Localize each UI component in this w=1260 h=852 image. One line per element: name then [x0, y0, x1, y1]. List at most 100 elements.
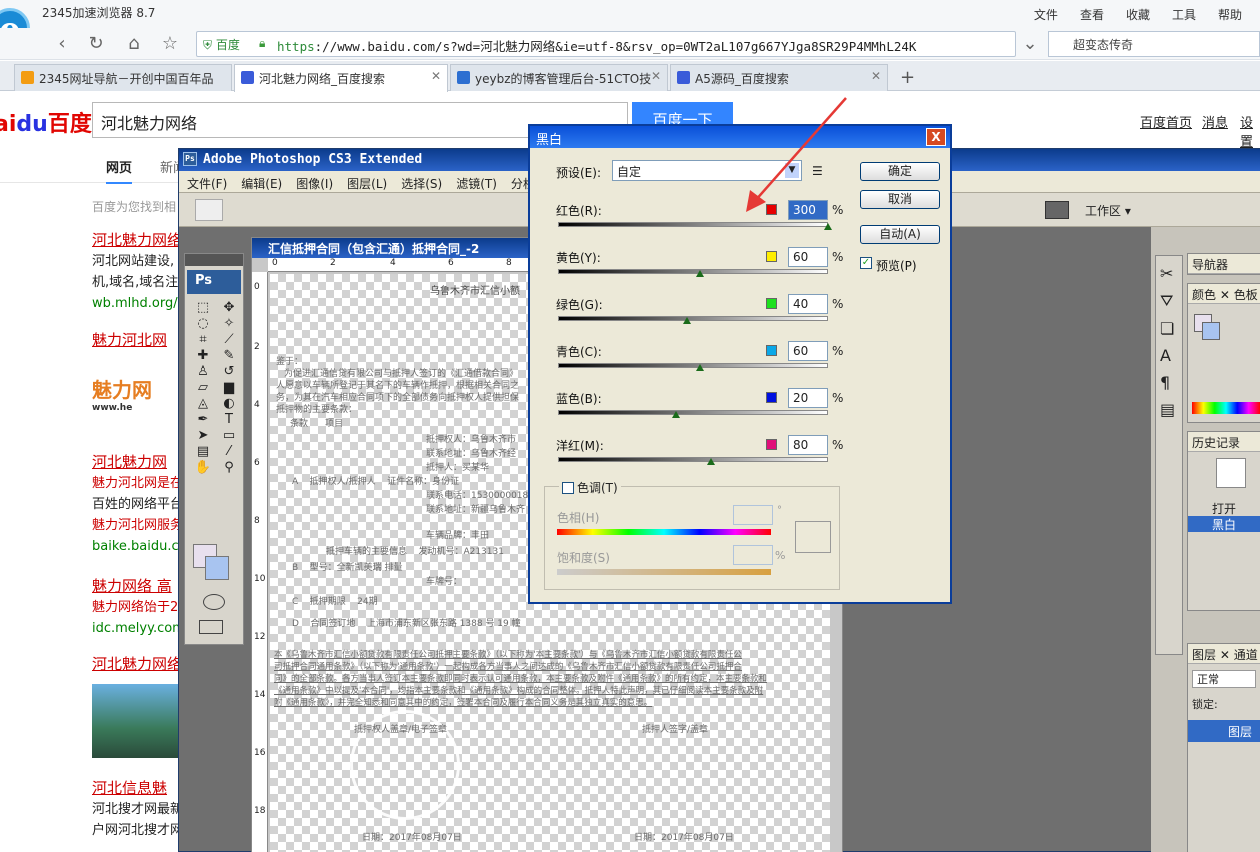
- ps-menu-select[interactable]: 选择(S): [401, 175, 442, 192]
- tab-2345[interactable]: 2345网址导航－开创中国百年品: [14, 64, 232, 91]
- shape-tool-icon[interactable]: ▭: [217, 428, 241, 443]
- auto-button[interactable]: 自动(A): [860, 225, 940, 244]
- baidu-logo[interactable]: aidu百度: [0, 106, 92, 138]
- slice-tool-icon[interactable]: ⟋: [217, 332, 241, 347]
- tool-presets-icon[interactable]: ✂: [1160, 264, 1178, 283]
- result-title-link[interactable]: 河北魅力网络: [92, 654, 182, 675]
- color-spectrum-bar[interactable]: [1192, 402, 1260, 414]
- hue-value-field[interactable]: [733, 505, 773, 525]
- ps-menu-layer[interactable]: 图层(L): [347, 175, 387, 192]
- channel-value-input[interactable]: 20: [788, 388, 828, 408]
- channel-slider-track[interactable]: [558, 316, 828, 321]
- history-item-bw[interactable]: 黑白: [1188, 516, 1260, 532]
- notes-tool-icon[interactable]: ▤: [191, 444, 215, 459]
- result-title-link[interactable]: 魅力河北网: [92, 330, 182, 351]
- eyedropper-icon[interactable]: ⁄: [217, 444, 241, 459]
- path-select-tool-icon[interactable]: ➤: [191, 428, 215, 443]
- preview-checkbox[interactable]: ✓: [860, 257, 872, 269]
- slider-thumb-icon[interactable]: [707, 458, 715, 465]
- link-messages[interactable]: 消息: [1202, 112, 1228, 131]
- menu-view[interactable]: 查看: [1080, 6, 1104, 23]
- channel-value-input[interactable]: 40: [788, 294, 828, 314]
- close-tab-icon[interactable]: ✕: [431, 69, 441, 83]
- brushes-icon[interactable]: ⛛: [1160, 291, 1178, 311]
- channel-slider-track[interactable]: [558, 410, 828, 415]
- close-tab-icon[interactable]: ✕: [871, 69, 881, 83]
- result-title-link[interactable]: 河北魅力网络: [92, 230, 182, 251]
- tab-navigator[interactable]: 导航器: [1188, 254, 1260, 274]
- ps-menu-file[interactable]: 文件(F): [187, 175, 227, 192]
- layer-row[interactable]: 图层: [1188, 720, 1260, 742]
- tab-baidu-search[interactable]: 河北魅力网络_百度搜索 ✕: [234, 64, 448, 92]
- tab-web[interactable]: 网页: [106, 157, 133, 184]
- channel-slider-track[interactable]: [558, 269, 828, 274]
- healing-brush-tool-icon[interactable]: ✚: [191, 348, 215, 363]
- pen-tool-icon[interactable]: ✒: [191, 412, 215, 427]
- quick-mask-icon[interactable]: [203, 594, 225, 610]
- history-brush-tool-icon[interactable]: ↺: [217, 364, 241, 379]
- result-title-link[interactable]: 河北魅力网: [92, 452, 182, 473]
- lasso-tool-icon[interactable]: ◌: [191, 316, 215, 331]
- link-settings[interactable]: 设置: [1240, 112, 1260, 150]
- brush-tool-icon[interactable]: ✎: [217, 348, 241, 363]
- character-icon[interactable]: A: [1160, 346, 1178, 365]
- back-icon[interactable]: ‹: [50, 32, 74, 56]
- zoom-tool-icon[interactable]: ⚲: [217, 460, 241, 475]
- channel-slider-track[interactable]: [558, 457, 828, 462]
- close-tab-icon[interactable]: ✕: [651, 69, 661, 83]
- dodge-tool-icon[interactable]: ◐: [217, 396, 241, 411]
- cancel-button[interactable]: 取消: [860, 190, 940, 209]
- slider-thumb-icon[interactable]: [696, 270, 704, 277]
- ps-menu-edit[interactable]: 编辑(E): [241, 175, 282, 192]
- channel-value-input[interactable]: 60: [788, 247, 828, 267]
- gradient-tool-icon[interactable]: ▆: [217, 380, 241, 395]
- blur-tool-icon[interactable]: ◬: [191, 396, 215, 411]
- result-url[interactable]: baike.baidu.com: [92, 536, 182, 557]
- history-snapshot-thumbnail[interactable]: [1216, 458, 1246, 488]
- tab-history[interactable]: 历史记录: [1188, 432, 1260, 452]
- menu-favorites[interactable]: 收藏: [1126, 6, 1150, 23]
- eraser-tool-icon[interactable]: ▱: [191, 380, 215, 395]
- menu-tools[interactable]: 工具: [1172, 6, 1196, 23]
- tint-color-swatch[interactable]: [795, 521, 831, 553]
- slider-thumb-icon[interactable]: [696, 364, 704, 371]
- saturation-value-field[interactable]: [733, 545, 773, 565]
- tab-a5[interactable]: A5源码_百度搜索 ✕: [670, 64, 888, 91]
- bridge-icon[interactable]: [1045, 201, 1069, 219]
- marquee-tool-icon[interactable]: ⬚: [191, 300, 215, 315]
- result-banner-image[interactable]: 魅力网 www.he: [92, 374, 178, 414]
- browser-search-box[interactable]: 超变态传奇: [1048, 31, 1260, 57]
- tab-color[interactable]: 颜色: [1192, 288, 1216, 302]
- hue-slider[interactable]: [557, 529, 771, 535]
- stamp-tool-icon[interactable]: ♙: [191, 364, 215, 379]
- ok-button[interactable]: 确定: [860, 162, 940, 181]
- workspace-menu[interactable]: 工作区 ▾: [1085, 202, 1131, 219]
- tab-51cto[interactable]: yeybz的博客管理后台-51CTO技 ✕: [450, 64, 668, 91]
- tab-channels[interactable]: 通道: [1234, 648, 1258, 662]
- screen-mode-icon[interactable]: [199, 620, 223, 634]
- type-tool-icon[interactable]: T: [217, 412, 241, 427]
- slider-thumb-icon[interactable]: [683, 317, 691, 324]
- history-item-open[interactable]: 打开: [1212, 500, 1236, 517]
- crop-tool-icon[interactable]: ⌗: [191, 332, 215, 347]
- ps-menu-image[interactable]: 图像(I): [296, 175, 333, 192]
- url-text[interactable]: https://www.baidu.com/s?wd=河北魅力网络&ie=utf…: [277, 36, 916, 55]
- favorite-star-icon[interactable]: ☆: [158, 32, 182, 56]
- magic-wand-tool-icon[interactable]: ✧: [217, 316, 241, 331]
- result-thumbnail-image[interactable]: [92, 684, 178, 758]
- hand-tool-icon[interactable]: ✋: [191, 460, 215, 475]
- slider-thumb-icon[interactable]: [824, 223, 832, 230]
- clone-source-icon[interactable]: ❏: [1160, 319, 1178, 338]
- refresh-icon[interactable]: ↻: [84, 32, 108, 56]
- tab-layers[interactable]: 图层: [1192, 648, 1216, 662]
- address-bar[interactable]: ⛨ 百度 🔒︎ https://www.baidu.com/s?wd=河北魅力网…: [196, 31, 1016, 57]
- paragraph-icon[interactable]: ¶: [1160, 373, 1178, 392]
- menu-help[interactable]: 帮助: [1218, 6, 1242, 23]
- color-bg-swatch[interactable]: [1202, 322, 1220, 340]
- home-icon[interactable]: ⌂: [122, 32, 146, 56]
- link-baidu-home[interactable]: 百度首页: [1140, 112, 1192, 131]
- result-url[interactable]: wb.mlhd.org/: [92, 293, 182, 314]
- ps-menu-filter[interactable]: 滤镜(T): [456, 175, 497, 192]
- result-url[interactable]: idc.melyy.com: [92, 618, 182, 639]
- close-icon[interactable]: X: [926, 128, 946, 146]
